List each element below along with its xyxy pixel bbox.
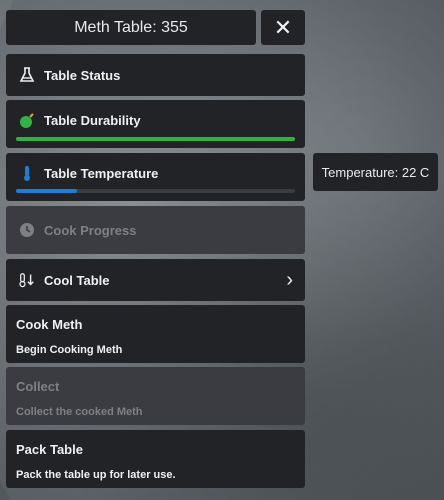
chevron-right-icon: ›	[286, 268, 293, 291]
table-status-item[interactable]: Table Status	[6, 54, 305, 96]
clock-icon	[18, 221, 36, 239]
pack-table-description: Pack the table up for later use.	[16, 469, 176, 481]
durability-progress-fill	[16, 137, 295, 141]
cook-meth-title: Cook Meth	[16, 317, 83, 332]
cook-meth-item[interactable]: Cook Meth Begin Cooking Meth	[6, 305, 305, 363]
menu-title-text: Meth Table: 355	[74, 18, 188, 36]
table-status-label: Table Status	[44, 67, 121, 83]
temperature-tooltip-text: Temperature: 22 C	[321, 164, 430, 180]
close-button[interactable]: ✕	[261, 10, 305, 45]
bomb-icon	[18, 111, 36, 129]
collect-title: Collect	[16, 379, 60, 394]
table-durability-label: Table Durability	[44, 112, 141, 128]
temperature-progress-bar	[16, 189, 295, 193]
menu-title: Meth Table: 355	[6, 10, 256, 45]
thermometer-down-icon	[18, 271, 36, 289]
cook-progress-label: Cook Progress	[44, 222, 137, 238]
pack-table-title: Pack Table	[16, 442, 83, 457]
table-temperature-label: Table Temperature	[44, 165, 159, 181]
cook-meth-description: Begin Cooking Meth	[16, 344, 123, 356]
temperature-tooltip: Temperature: 22 C	[313, 153, 438, 191]
table-temperature-item[interactable]: Table Temperature	[6, 153, 305, 201]
close-icon: ✕	[273, 14, 293, 40]
temperature-progress-fill	[16, 189, 78, 193]
flask-icon	[18, 66, 36, 84]
thermometer-icon	[18, 164, 36, 182]
cook-progress-item: Cook Progress	[6, 206, 305, 254]
collect-item: Collect Collect the cooked Meth	[6, 367, 305, 425]
cool-table-label: Cool Table	[44, 272, 110, 288]
collect-description: Collect the cooked Meth	[16, 406, 143, 418]
cool-table-item[interactable]: Cool Table ›	[6, 259, 305, 301]
pack-table-item[interactable]: Pack Table Pack the table up for later u…	[6, 430, 305, 488]
durability-progress-bar	[16, 137, 295, 141]
table-durability-item[interactable]: Table Durability	[6, 100, 305, 148]
